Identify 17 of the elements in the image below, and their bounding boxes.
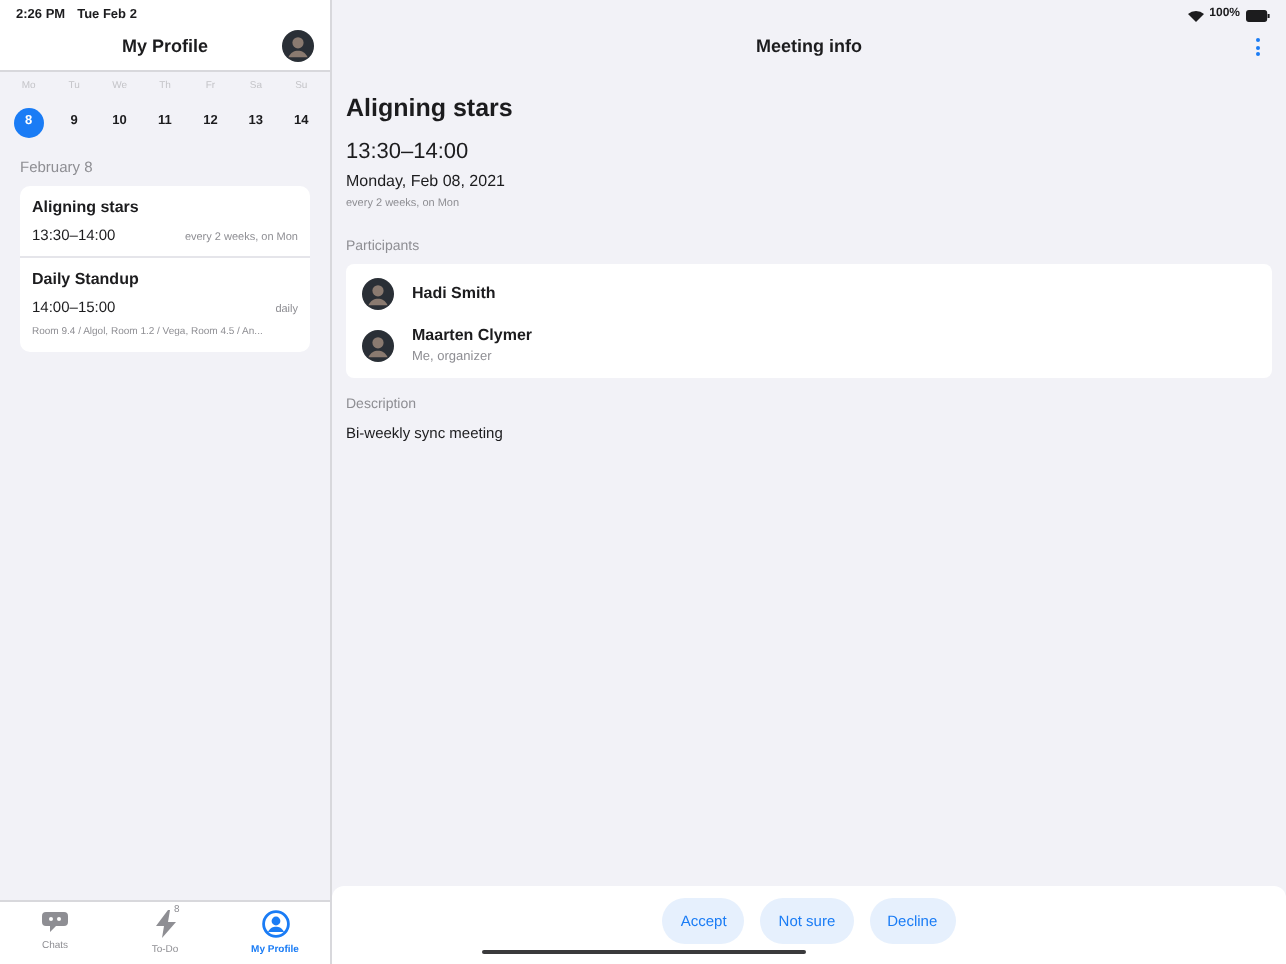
event-title: Aligning stars (32, 195, 141, 220)
meeting-time: 13:30–14:00 (346, 137, 471, 168)
chat-bubble-icon (42, 910, 68, 934)
event-title: Daily Standup (32, 268, 141, 292)
avatar-icon (282, 30, 314, 62)
meeting-title: Aligning stars (346, 92, 515, 126)
meeting-date: Monday, Feb 08, 2021 (346, 170, 507, 195)
participant-name: Maarten Clymer (412, 324, 533, 348)
wifi-icon (1187, 9, 1204, 21)
header-title: My Profile (121, 33, 208, 60)
detail-title: Meeting info (756, 33, 862, 60)
profile-icon (261, 910, 289, 938)
avatar-icon (362, 277, 394, 309)
participant-name: Hadi Smith (412, 281, 496, 305)
lightning-icon (155, 910, 175, 938)
avatar-icon (362, 329, 394, 362)
battery-icon (1246, 9, 1270, 21)
